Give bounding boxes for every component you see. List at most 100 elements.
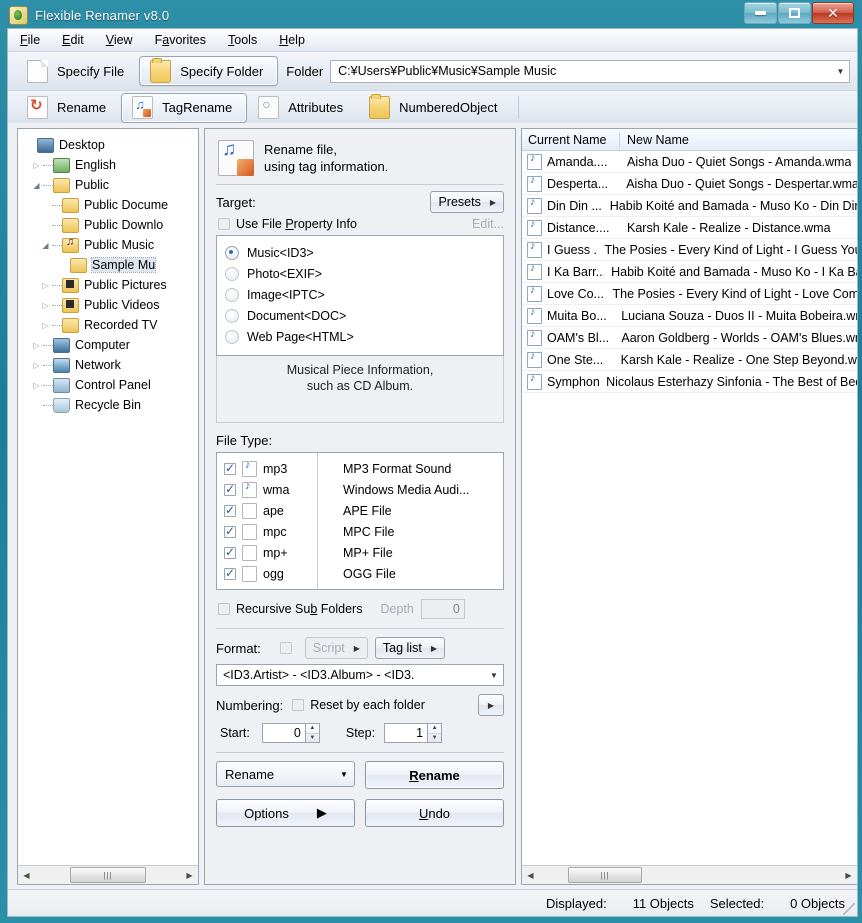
tree-item-sample-music[interactable]: Sample Mu bbox=[22, 255, 198, 275]
scroll-thumb[interactable]: ||| bbox=[70, 867, 146, 883]
reset-each-folder-checkbox[interactable] bbox=[292, 699, 304, 711]
close-button[interactable]: ✕ bbox=[812, 2, 854, 24]
scroll-track[interactable]: ||| bbox=[538, 867, 841, 883]
table-row[interactable]: I Ka Barr... Habib Koité and Bamada - Mu… bbox=[522, 261, 857, 283]
operation-mode-combo[interactable]: Rename ▼ bbox=[216, 761, 355, 787]
tree-item-public-pictures[interactable]: ▷ Public Pictures bbox=[22, 275, 198, 295]
stepper-down-icon[interactable]: ▼ bbox=[306, 734, 319, 743]
folder-tree[interactable]: Desktop ▷ English ◢ Public bbox=[18, 129, 198, 865]
specify-folder-button[interactable]: Specify Folder bbox=[139, 56, 278, 86]
rename-button[interactable]: Rename bbox=[365, 761, 504, 789]
file-type-checkbox[interactable] bbox=[224, 547, 236, 559]
tree-item-computer[interactable]: ▷ Computer bbox=[22, 335, 198, 355]
tree-item-public-documents[interactable]: Public Docume bbox=[22, 195, 198, 215]
stepper-up-icon[interactable]: ▲ bbox=[306, 724, 319, 734]
file-type-checkbox[interactable] bbox=[224, 505, 236, 517]
tree-item-recorded-tv[interactable]: ▷ Recorded TV bbox=[22, 315, 198, 335]
file-type-checkbox[interactable] bbox=[224, 484, 236, 496]
radio-icon[interactable] bbox=[225, 246, 239, 260]
recursive-checkbox[interactable] bbox=[218, 603, 230, 615]
chevron-down-icon[interactable]: ▼ bbox=[832, 67, 849, 76]
depth-input[interactable]: 0 bbox=[421, 599, 465, 619]
maximize-button[interactable] bbox=[778, 2, 811, 24]
file-type-row[interactable]: mp+ MP+ File bbox=[217, 542, 503, 563]
file-type-row[interactable]: mp3 MP3 Format Sound bbox=[217, 458, 503, 479]
step-input[interactable]: 1 bbox=[384, 723, 428, 743]
file-list-horizontal-scrollbar[interactable]: ◀ ||| ▶ bbox=[522, 865, 857, 884]
use-file-property-checkbox[interactable] bbox=[218, 218, 230, 230]
tab-attributes[interactable]: Attributes bbox=[247, 93, 358, 123]
tree-item-control-panel[interactable]: ▷ Control Panel bbox=[22, 375, 198, 395]
tree-item-public[interactable]: ◢ Public bbox=[22, 175, 198, 195]
step-stepper[interactable]: ▲▼ bbox=[428, 723, 442, 743]
format-pattern-combo[interactable]: <ID3.Artist> - <ID3.Album> - <ID3. ▼ bbox=[216, 664, 504, 686]
tab-numberedobject[interactable]: NumberedObject bbox=[358, 93, 512, 123]
resize-grip-icon[interactable] bbox=[843, 903, 855, 915]
table-row[interactable]: Love Co... The Posies - Every Kind of Li… bbox=[522, 283, 857, 305]
presets-button[interactable]: Presets ▶ bbox=[430, 191, 504, 213]
radio-icon[interactable] bbox=[225, 267, 239, 281]
file-type-checkbox[interactable] bbox=[224, 568, 236, 580]
stepper-down-icon[interactable]: ▼ bbox=[428, 734, 441, 743]
file-type-row[interactable]: wma Windows Media Audi... bbox=[217, 479, 503, 500]
use-file-property-checkbox-wrap[interactable]: Use File Property Info bbox=[218, 217, 357, 231]
menu-file[interactable]: File bbox=[20, 33, 40, 47]
tree-item-english[interactable]: ▷ English bbox=[22, 155, 198, 175]
table-row[interactable]: Amanda.... Aisha Duo - Quiet Songs - Ama… bbox=[522, 151, 857, 173]
minimize-button[interactable] bbox=[744, 2, 777, 24]
expander-icon[interactable]: ▷ bbox=[30, 161, 43, 170]
scroll-left-icon[interactable]: ◀ bbox=[19, 871, 34, 880]
tree-horizontal-scrollbar[interactable]: ◀ ||| ▶ bbox=[18, 865, 198, 884]
scroll-right-icon[interactable]: ▶ bbox=[841, 871, 856, 880]
target-option-music[interactable]: Music<ID3> bbox=[225, 242, 495, 263]
menu-favorites[interactable]: Favorites bbox=[155, 33, 206, 47]
table-row[interactable]: Distance.... Karsh Kale - Realize - Dist… bbox=[522, 217, 857, 239]
start-stepper[interactable]: ▲▼ bbox=[306, 723, 320, 743]
chevron-down-icon[interactable]: ▼ bbox=[485, 671, 503, 680]
expander-icon[interactable]: ▷ bbox=[30, 341, 43, 350]
radio-icon[interactable] bbox=[225, 288, 239, 302]
scroll-thumb[interactable]: ||| bbox=[568, 867, 642, 883]
expander-icon[interactable]: ◢ bbox=[39, 241, 52, 250]
undo-button[interactable]: Undo bbox=[365, 799, 504, 827]
table-row[interactable]: Din Din ... Habib Koité and Bamada - Mus… bbox=[522, 195, 857, 217]
target-option-webpage[interactable]: Web Page<HTML> bbox=[225, 326, 495, 347]
menu-view[interactable]: View bbox=[106, 33, 133, 47]
expander-icon[interactable]: ◢ bbox=[30, 181, 43, 190]
file-type-row[interactable]: ape APE File bbox=[217, 500, 503, 521]
file-type-checkbox[interactable] bbox=[224, 526, 236, 538]
chevron-down-icon[interactable]: ▼ bbox=[334, 770, 354, 779]
tree-item-network[interactable]: ▷ Network bbox=[22, 355, 198, 375]
tag-list-button[interactable]: Tag list ▶ bbox=[375, 637, 445, 659]
tree-item-public-downloads[interactable]: Public Downlo bbox=[22, 215, 198, 235]
expander-icon[interactable]: ▷ bbox=[30, 361, 43, 370]
folder-path-combo[interactable]: C:¥Users¥Public¥Music¥Sample Music ▼ bbox=[330, 60, 850, 83]
tree-item-public-music[interactable]: ◢ Public Music bbox=[22, 235, 198, 255]
table-row[interactable]: Desperta... Aisha Duo - Quiet Songs - De… bbox=[522, 173, 857, 195]
scroll-right-icon[interactable]: ▶ bbox=[182, 871, 197, 880]
column-header-current-name[interactable]: Current Name bbox=[522, 133, 620, 147]
numbering-more-button[interactable]: ▶ bbox=[478, 694, 504, 716]
file-list-body[interactable]: Amanda.... Aisha Duo - Quiet Songs - Ama… bbox=[522, 151, 857, 865]
edit-link[interactable]: Edit... bbox=[472, 217, 504, 231]
start-input[interactable]: 0 bbox=[262, 723, 306, 743]
expander-icon[interactable]: ▷ bbox=[39, 281, 52, 290]
tab-tagrename[interactable]: TagRename bbox=[121, 93, 247, 123]
tree-item-desktop[interactable]: Desktop bbox=[22, 135, 198, 155]
specify-file-button[interactable]: Specify File bbox=[16, 56, 139, 86]
script-checkbox[interactable] bbox=[280, 642, 292, 654]
tab-rename[interactable]: Rename bbox=[16, 93, 121, 123]
table-row[interactable]: One Ste... Karsh Kale - Realize - One St… bbox=[522, 349, 857, 371]
tree-item-public-videos[interactable]: ▷ Public Videos bbox=[22, 295, 198, 315]
file-type-row[interactable]: mpc MPC File bbox=[217, 521, 503, 542]
target-option-image[interactable]: Image<IPTC> bbox=[225, 284, 495, 305]
expander-icon[interactable]: ▷ bbox=[30, 381, 43, 390]
script-button[interactable]: Script ▶ bbox=[305, 637, 368, 659]
target-option-photo[interactable]: Photo<EXIF> bbox=[225, 263, 495, 284]
scroll-left-icon[interactable]: ◀ bbox=[523, 871, 538, 880]
table-row[interactable]: OAM's Bl... Aaron Goldberg - Worlds - OA… bbox=[522, 327, 857, 349]
expander-icon[interactable]: ▷ bbox=[39, 321, 52, 330]
tree-item-recycle-bin[interactable]: Recycle Bin bbox=[22, 395, 198, 415]
stepper-up-icon[interactable]: ▲ bbox=[428, 724, 441, 734]
menu-tools[interactable]: Tools bbox=[228, 33, 257, 47]
